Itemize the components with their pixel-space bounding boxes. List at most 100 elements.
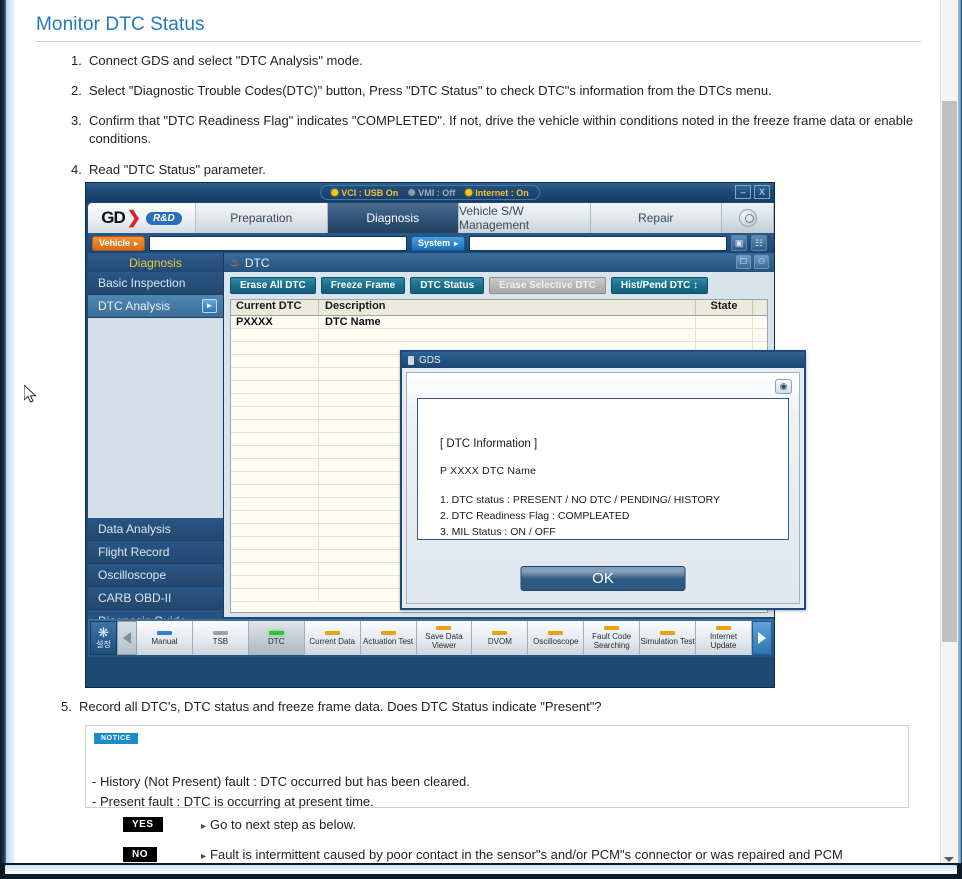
table-row[interactable]: PXXXX DTC Name — [231, 316, 767, 329]
sidebar-item-flight-record[interactable]: Flight Record — [88, 541, 223, 564]
dtc-status-button[interactable]: DTC Status — [410, 277, 485, 294]
gds-main-tabs: GD ❯ R&D Preparation Diagnosis Vehicle S/… — [88, 203, 774, 233]
column-header-description: Description — [319, 300, 696, 315]
internet-status-label: Internet : On — [475, 187, 529, 198]
simulation-test-chip-icon — [660, 630, 676, 635]
minimize-panel-icon[interactable]: ⚇ — [754, 255, 769, 269]
restore-icon[interactable]: ☐ — [736, 255, 751, 269]
tab-preparation[interactable]: Preparation — [196, 203, 328, 233]
taskbar-app-tsb-label: TSB — [212, 636, 229, 646]
gds-dialog-titlebar: GDS — [402, 352, 804, 368]
internet-update-chip-icon — [716, 626, 732, 630]
scroll-down-icon[interactable] — [944, 857, 954, 862]
sidebar-item-oscilloscope-label: Oscilloscope — [98, 568, 167, 582]
column-header-current-dtc: Current DTC — [231, 300, 319, 315]
system-input[interactable] — [469, 235, 728, 251]
step-2-text: Select "Diagnostic Trouble Codes(DTC)" b… — [89, 83, 772, 98]
taskbar-app-current-data-label: Current Data — [309, 636, 356, 646]
taskbar-app-dtc-label: DTC — [268, 636, 285, 646]
current-data-chip-icon — [324, 630, 340, 635]
taskbar-app-save-data-viewer[interactable]: Save Data Viewer — [416, 621, 473, 655]
tsb-chip-icon — [212, 630, 228, 635]
chevron-left-icon — [123, 632, 131, 644]
scrollbar-thumb[interactable] — [942, 101, 957, 642]
internet-status: Internet : On — [465, 188, 529, 198]
step-5-text: Record all DTC's, DTC status and freeze … — [79, 699, 602, 714]
gds-sidebar: Diagnosis Basic Inspection DTC Analysis … — [88, 253, 223, 633]
vmi-status-label: VMI : Off — [418, 187, 456, 198]
ok-button[interactable]: OK — [520, 566, 686, 591]
page-title: Monitor DTC Status — [36, 14, 205, 35]
dtc-information-box: [ DTC Information ] P XXXX DTC Name 1. D… — [417, 398, 789, 540]
tab-repair[interactable]: Repair — [590, 203, 722, 233]
erase-all-dtc-button[interactable]: Erase All DTC — [230, 277, 316, 294]
sidebar-item-oscilloscope[interactable]: Oscilloscope — [88, 564, 223, 587]
dtc-information-list: 1. DTC status : PRESENT / NO DTC / PENDI… — [440, 493, 788, 540]
answer-no-text: ▸ Fault is intermittent caused by poor co… — [201, 847, 843, 862]
vehicle-caret-icon: ▸ — [134, 238, 139, 248]
tab-vehicle-sw-management[interactable]: Vehicle S/W Management — [459, 203, 591, 233]
settings-button[interactable]: ❋ 설정 — [90, 621, 117, 655]
vertical-scrollbar[interactable] — [940, 0, 958, 871]
taskbar-app-simulation-test[interactable]: Simulation Test — [640, 621, 697, 655]
taskbar-app-tsb[interactable]: TSB — [192, 621, 249, 655]
sidebar-item-data-analysis[interactable]: Data Analysis — [88, 518, 223, 541]
dtc-panel-buttons: ☐ ⚇ — [736, 255, 769, 269]
taskbar-app-fault-code-searching[interactable]: Fault Code Searching — [584, 621, 641, 655]
step-1-text: Connect GDS and select "DTC Analysis" mo… — [89, 53, 363, 68]
system-button[interactable]: System ▸ — [411, 235, 466, 251]
status-badge: NOTICE — [94, 733, 139, 744]
gds-dialog-body: ◉ [ DTC Information ] P XXXX DTC Name 1.… — [406, 372, 800, 604]
step-5-number: 5. — [61, 699, 72, 714]
taskbar-next-button[interactable] — [752, 621, 772, 655]
taskbar-app-dvom[interactable]: DVOM — [472, 621, 529, 655]
rd-badge: R&D — [146, 211, 182, 225]
sidebar-item-data-analysis-label: Data Analysis — [98, 522, 171, 536]
sidebar-item-basic-inspection[interactable]: Basic Inspection — [88, 272, 223, 295]
sidebar-header: Diagnosis — [88, 253, 223, 272]
taskbar-app-manual-label: Manual — [151, 636, 178, 646]
taskbar-app-internet-update[interactable]: Internet Update — [696, 621, 752, 655]
chevron-right-icon: ► — [202, 299, 217, 313]
taskbar-apps: Manual TSB DTC Current Data Actuation Te… — [137, 621, 752, 655]
sidebar-item-carb-obd-ii[interactable]: CARB OBD-II — [88, 587, 223, 610]
sidebar-item-dtc-analysis[interactable]: DTC Analysis ► — [88, 295, 223, 318]
bullet-icon: ▸ — [201, 851, 207, 862]
taskbar-app-oscilloscope[interactable]: Oscilloscope — [528, 621, 585, 655]
search-button[interactable] — [722, 203, 774, 233]
layout-icon[interactable]: ☷ — [751, 235, 768, 251]
vmi-status: VMI : Off — [408, 188, 455, 198]
settings-label: 설정 — [96, 639, 111, 649]
camera-icon[interactable]: ▣ — [731, 235, 748, 251]
taskbar-app-manual[interactable]: Manual — [137, 621, 193, 655]
vmi-status-dot — [408, 189, 416, 196]
taskbar-app-dtc[interactable]: DTC — [248, 621, 305, 655]
save-data-viewer-chip-icon — [436, 626, 452, 630]
step-1-number: 1. — [71, 53, 82, 68]
taskbar-app-fault-code-searching-label: Fault Code Searching — [592, 632, 632, 650]
taskbar-prev-button[interactable] — [117, 621, 137, 655]
hist-pend-dtc-button[interactable]: Hist/Pend DTC ↕ — [610, 277, 709, 294]
taskbar-app-current-data[interactable]: Current Data — [304, 621, 361, 655]
gds-logo: GD ❯ R&D — [88, 203, 196, 233]
dtc-panel-title: DTC — [244, 255, 270, 270]
minimize-button[interactable]: – — [735, 185, 751, 199]
notice-line-present: - Present fault : DTC is occurring at pr… — [92, 794, 374, 809]
dtc-code-line: P XXXX DTC Name — [440, 465, 537, 477]
vehicle-input[interactable] — [149, 235, 408, 251]
column-header-state: State — [696, 300, 753, 315]
taskbar-app-actuation-test[interactable]: Actuation Test — [360, 621, 417, 655]
sidebar-item-flight-record-label: Flight Record — [98, 545, 170, 559]
step-3-text: Confirm that "DTC Readiness Flag" indica… — [89, 113, 914, 146]
vehicle-button[interactable]: Vehicle ▸ — [92, 235, 146, 251]
close-button[interactable]: X — [754, 185, 770, 199]
gds-application-screenshot: VCI : USB On VMI : Off Internet : On – X — [85, 182, 806, 688]
answer-no-label: Fault is intermittent caused by poor con… — [210, 847, 843, 862]
tab-diagnosis[interactable]: Diagnosis — [327, 203, 459, 233]
freeze-frame-button[interactable]: Freeze Frame — [320, 277, 406, 294]
gds-titlebar: VCI : USB On VMI : Off Internet : On – X — [86, 183, 774, 202]
window-controls: – X — [735, 185, 770, 199]
dtc-panel: ♨ DTC ☐ ⚇ Erase All DTC Freeze Frame DTC… — [223, 253, 806, 617]
gds-logo-text: GD — [101, 208, 125, 227]
camera-icon[interactable]: ◉ — [775, 379, 792, 394]
